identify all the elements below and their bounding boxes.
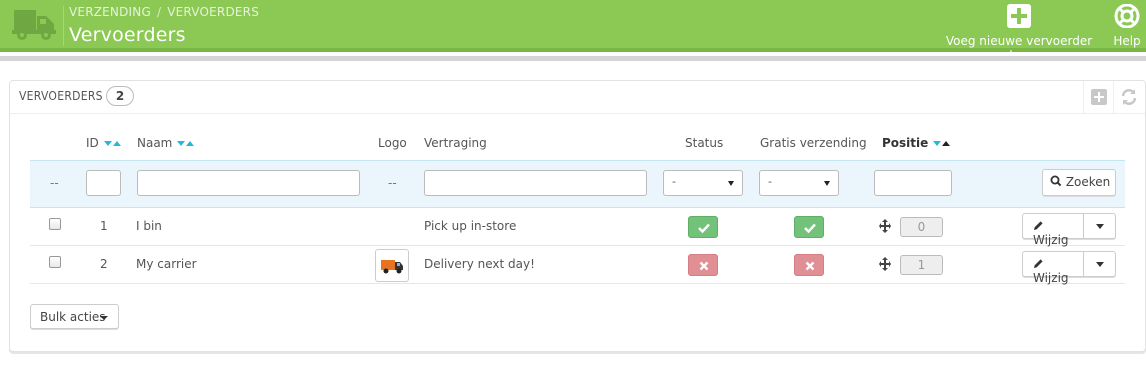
logo-filter-placeholder: --: [388, 176, 397, 190]
column-name[interactable]: Naam: [137, 136, 195, 150]
search-icon: [1050, 175, 1062, 187]
refresh-icon: [1121, 89, 1137, 105]
breadcrumb-item-shipping[interactable]: VERZENDING: [69, 5, 151, 19]
row-id: 2: [100, 257, 108, 271]
drag-handle-icon[interactable]: [879, 219, 891, 236]
check-icon: [804, 223, 816, 234]
free-shipping-toggle[interactable]: [794, 216, 824, 238]
chevron-down-icon: [100, 316, 108, 320]
help-label: Help: [1113, 34, 1141, 48]
sort-desc-icon[interactable]: [177, 141, 186, 146]
status-filter-value: -: [672, 175, 676, 188]
status-filter-select[interactable]: -: [663, 170, 743, 196]
delay-filter-input[interactable]: [424, 170, 647, 196]
add-carrier-button[interactable]: Voeg nieuwe vervoerder toe: [938, 4, 1100, 62]
search-button[interactable]: Zoeken: [1042, 169, 1116, 196]
header-divider: [63, 6, 64, 46]
truck-icon: [0, 0, 64, 52]
row-id: 1: [100, 219, 108, 233]
row-delay: Pick up in-store: [424, 219, 517, 233]
sort-desc-icon[interactable]: [103, 141, 112, 146]
carrier-count-badge: 2: [106, 86, 134, 106]
sort-desc-icon[interactable]: [933, 141, 942, 146]
row-checkbox[interactable]: [49, 218, 61, 230]
row-actions-dropdown-button[interactable]: [1083, 213, 1116, 239]
chevron-down-icon: [824, 181, 830, 186]
sort-asc-icon[interactable]: [942, 141, 951, 146]
column-position[interactable]: Positie: [882, 136, 951, 150]
truck-logo-icon: [381, 260, 403, 274]
free-shipping-filter-select[interactable]: -: [759, 170, 839, 196]
help-button[interactable]: Help: [1108, 3, 1146, 48]
add-new-tool-button[interactable]: [1083, 81, 1113, 114]
edit-label: Wijzig: [1033, 271, 1069, 285]
plus-square-icon: [1091, 89, 1107, 105]
check-icon: [698, 223, 710, 234]
close-icon: [699, 261, 709, 271]
free-shipping-toggle[interactable]: [794, 254, 824, 276]
row-checkbox[interactable]: [49, 256, 61, 268]
carrier-logo: [375, 249, 409, 282]
edit-label: Wijzig: [1033, 233, 1069, 247]
chevron-down-icon: [728, 181, 734, 186]
panel-tools: [1083, 81, 1145, 114]
bulk-actions-label: Bulk acties: [40, 310, 106, 324]
column-free-shipping: Gratis verzending: [760, 136, 867, 150]
panel-heading: VERVOERDERS 2: [10, 81, 1145, 114]
bulk-actions-button[interactable]: Bulk acties: [30, 304, 119, 329]
refresh-list-button[interactable]: [1113, 81, 1143, 114]
row-name: I bin: [136, 219, 162, 233]
page-header: VERZENDING / VERVOERDERS Vervoerders Voeg …: [0, 0, 1146, 62]
breadcrumb-item-carriers[interactable]: VERVOERDERS: [167, 5, 259, 19]
table-header: ID Naam Logo Vertraging Status Gratis ve…: [20, 132, 1125, 156]
edit-button[interactable]: Wijzig: [1022, 251, 1084, 285]
lifebuoy-icon: [1108, 3, 1146, 31]
row-delay: Delivery next day!: [424, 257, 535, 271]
search-label: Zoeken: [1065, 175, 1111, 189]
column-delay: Vertraging: [424, 136, 487, 150]
table-row[interactable]: 2 My carrier Delivery next day! 1 Wijzig: [30, 246, 1125, 285]
row-actions: Wijzig: [1022, 213, 1116, 247]
id-filter-input[interactable]: [86, 170, 121, 196]
edit-button[interactable]: Wijzig: [1022, 213, 1084, 247]
filter-row: -- -- - - Zoeken: [30, 160, 1125, 208]
drag-handle-icon[interactable]: [879, 257, 891, 274]
status-toggle[interactable]: [688, 216, 718, 238]
free-shipping-filter-value: -: [768, 175, 772, 188]
row-actions-dropdown-button[interactable]: [1083, 251, 1116, 277]
header-shadow-bar: [0, 56, 1146, 61]
column-logo: Logo: [378, 136, 407, 150]
column-id[interactable]: ID: [86, 136, 121, 150]
sort-asc-icon[interactable]: [112, 141, 121, 146]
pencil-icon: [1034, 221, 1043, 230]
name-filter-input[interactable]: [137, 170, 360, 196]
chevron-down-icon: [1096, 224, 1104, 229]
position-value: 1: [900, 255, 943, 275]
panel-title: VERVOERDERS: [19, 89, 103, 103]
table-row[interactable]: 1 I bin Pick up in-store 0 Wijzig: [30, 208, 1125, 247]
status-toggle[interactable]: [688, 254, 718, 276]
close-icon: [805, 261, 815, 271]
bulk-filter-placeholder: --: [50, 176, 59, 190]
chevron-down-icon: [1096, 262, 1104, 267]
page-title: Vervoerders: [69, 24, 186, 46]
column-status: Status: [685, 136, 724, 150]
row-name: My carrier: [136, 257, 197, 271]
position-value: 0: [900, 217, 943, 237]
row-actions: Wijzig: [1022, 251, 1116, 285]
sort-asc-icon[interactable]: [186, 141, 195, 146]
pencil-icon: [1034, 259, 1043, 268]
plus-icon: [938, 4, 1100, 31]
position-filter-input[interactable]: [874, 170, 952, 196]
breadcrumb: VERZENDING / VERVOERDERS: [69, 5, 260, 19]
